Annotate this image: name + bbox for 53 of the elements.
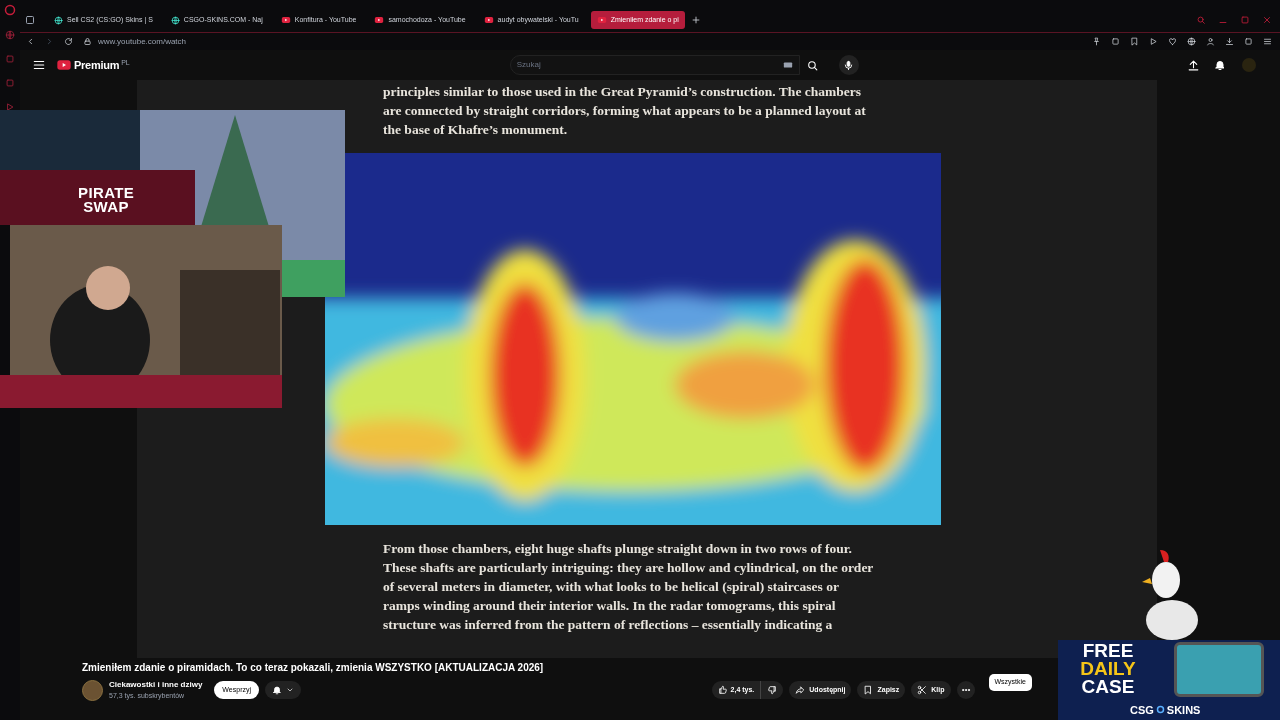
video-title: Zmieniłem zdanie o piramidach. To co teraz pokazali, zmienia WSZYSTKO [AKTUALIZACJA 2026] (82, 661, 545, 675)
globe-icon (170, 15, 180, 25)
article-paragraph: From those chambers, eight huge shafts plunge straight down in two rows of four. These shafts are particularly intriguing: they are hollow and cylindrical, on the order of several meters in diameter, with what looks to be helical (spiral) staircases or ramps winding around their interior walls. In the radar tomograms, this spiral structure was inferred from the pattern of reflections – essentially indicating a (383, 540, 875, 634)
toolbar-icon[interactable] (1092, 37, 1101, 46)
youtube-logo-icon[interactable] (56, 57, 72, 73)
close-icon[interactable] (1262, 15, 1272, 25)
back-icon[interactable] (26, 37, 35, 46)
url-text[interactable]: www.youtube.com/watch (98, 35, 187, 48)
voice-search-button[interactable] (838, 55, 859, 75)
notifications-icon[interactable] (1214, 59, 1226, 71)
toolbar-icon[interactable] (1263, 37, 1272, 46)
menu-icon[interactable] (32, 58, 46, 72)
brand-text: SKINS (1166, 702, 1201, 718)
reload-icon[interactable] (64, 37, 73, 46)
ad-text: DAILY (1080, 660, 1136, 678)
tab-overview-icon[interactable] (24, 14, 36, 26)
mic-icon (843, 59, 855, 71)
thumbs-down-icon (767, 685, 778, 696)
article-paragraph: principles similar to those used in the Great Pyramid’s construction. The chambers are connected by straight corridors, forming what appears to be a planned layout at the base of Khafre’s monument. (383, 83, 867, 139)
toolbar-icon[interactable] (1149, 37, 1158, 46)
clip-icon (917, 685, 928, 696)
browser-logo-icon[interactable] (4, 4, 16, 16)
channel-name[interactable]: Ciekawostki i inne dziwy (109, 679, 203, 691)
toolbar-icon[interactable] (1206, 37, 1215, 46)
youtube-icon (280, 15, 291, 25)
youtube-icon (483, 15, 494, 25)
search-field[interactable]: Szukaj (516, 59, 783, 71)
ad-text: FREE (1082, 642, 1134, 660)
brand-logo-icon (1155, 705, 1165, 715)
youtube-icon (596, 15, 607, 25)
keyboard-icon[interactable] (782, 60, 793, 70)
toolbar-icon[interactable] (1225, 37, 1234, 46)
thumbs-up-icon (717, 685, 728, 696)
toolbar-icon[interactable] (1130, 37, 1139, 46)
lock-icon (83, 37, 92, 46)
youtube-icon (374, 15, 385, 25)
new-tab-icon[interactable] (690, 15, 701, 25)
ad-banner[interactable]: FREE DAILY CASE CSG SKINS (1058, 640, 1280, 720)
upload-icon[interactable] (1187, 58, 1200, 72)
ad-text: CASE (1081, 678, 1135, 696)
globe-icon (54, 15, 63, 25)
channel-avatar[interactable] (82, 679, 103, 701)
search-icon[interactable] (805, 58, 819, 72)
logo-text[interactable]: Premium (74, 56, 120, 74)
search-bar[interactable]: Szukaj (509, 55, 800, 75)
share-icon (795, 685, 806, 696)
toolbar-icon[interactable] (1168, 37, 1177, 46)
brand-text: CSG (1130, 702, 1154, 718)
toolbar-icon[interactable] (1187, 37, 1196, 46)
notification-button[interactable] (265, 681, 301, 700)
more-button[interactable] (956, 681, 975, 700)
bell-icon (272, 685, 282, 696)
save-icon (863, 685, 874, 696)
